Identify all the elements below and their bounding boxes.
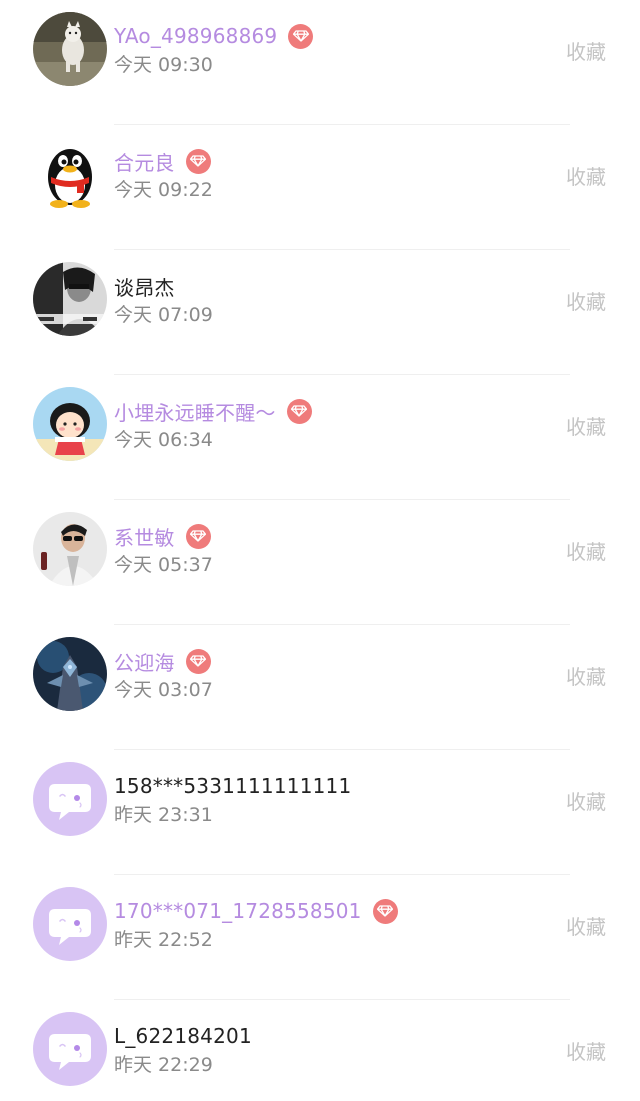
- collect-button[interactable]: 收藏: [566, 786, 606, 815]
- person-bw-photo-icon: [33, 262, 107, 336]
- list-item[interactable]: 小埋永远睡不醒～ 今天 06:34 收藏: [0, 375, 640, 500]
- collect-button[interactable]: 收藏: [566, 911, 606, 940]
- timestamp: 今天 09:22: [114, 179, 213, 201]
- vip-diamond-icon: [288, 23, 314, 49]
- collect-button[interactable]: 收藏: [566, 1036, 606, 1065]
- vip-diamond-icon: [185, 148, 211, 174]
- contact-name[interactable]: 系世敏: [114, 522, 175, 551]
- game-character-icon: [33, 637, 107, 711]
- list-item[interactable]: 谈昂杰 今天 07:09 收藏: [0, 250, 640, 375]
- avatar[interactable]: [33, 887, 107, 961]
- timestamp: 昨天 22:29: [114, 1054, 213, 1076]
- name-line: 158***5331111111111: [114, 772, 351, 800]
- chat-bubble-placeholder-icon: [33, 1012, 107, 1086]
- timestamp: 今天 06:34: [114, 429, 213, 451]
- name-line: 公迎海: [114, 647, 211, 675]
- avatar[interactable]: [33, 262, 107, 336]
- avatar[interactable]: [33, 12, 107, 86]
- list-item[interactable]: YAo_498968869 今天 09:30 收藏: [0, 0, 640, 125]
- collect-button[interactable]: 收藏: [566, 161, 606, 190]
- contact-list: YAo_498968869 今天 09:30 收藏 合元良 今天 09:22 收…: [0, 0, 640, 1101]
- collect-button[interactable]: 收藏: [566, 286, 606, 315]
- chat-bubble-placeholder-icon: [33, 887, 107, 961]
- timestamp: 今天 09:30: [114, 54, 213, 76]
- vip-diamond-icon: [185, 648, 211, 674]
- name-line: 系世敏: [114, 522, 211, 550]
- timestamp: 今天 03:07: [114, 679, 213, 701]
- chat-bubble-placeholder-icon: [33, 762, 107, 836]
- name-line: 小埋永远睡不醒～: [114, 397, 312, 425]
- contact-name[interactable]: L_622184201: [114, 1024, 252, 1048]
- vip-diamond-icon: [185, 523, 211, 549]
- contact-name[interactable]: 158***5331111111111: [114, 774, 351, 798]
- contact-name[interactable]: 谈昂杰: [114, 272, 175, 301]
- vip-diamond-icon: [372, 898, 398, 924]
- avatar[interactable]: [33, 512, 107, 586]
- collect-button[interactable]: 收藏: [566, 36, 606, 65]
- list-item[interactable]: 158***5331111111111 昨天 23:31 收藏: [0, 750, 640, 875]
- contact-name[interactable]: 公迎海: [114, 647, 175, 676]
- dog-photo-icon: [33, 12, 107, 86]
- name-line: 合元良: [114, 147, 211, 175]
- avatar[interactable]: [33, 762, 107, 836]
- name-line: L_622184201: [114, 1022, 252, 1050]
- collect-button[interactable]: 收藏: [566, 536, 606, 565]
- list-item[interactable]: 系世敏 今天 05:37 收藏: [0, 500, 640, 625]
- name-line: 170***071_1728558501: [114, 897, 398, 925]
- list-item[interactable]: L_622184201 昨天 22:29 收藏: [0, 1000, 640, 1101]
- avatar[interactable]: [33, 637, 107, 711]
- list-item[interactable]: 公迎海 今天 03:07 收藏: [0, 625, 640, 750]
- timestamp: 昨天 22:52: [114, 929, 213, 951]
- penguin-qq-icon: [33, 137, 107, 211]
- contact-name[interactable]: 小埋永远睡不醒～: [114, 397, 276, 426]
- vip-diamond-icon: [286, 398, 312, 424]
- avatar[interactable]: [33, 137, 107, 211]
- timestamp: 今天 05:37: [114, 554, 213, 576]
- timestamp: 今天 07:09: [114, 304, 213, 326]
- list-item[interactable]: 170***071_1728558501 昨天 22:52 收藏: [0, 875, 640, 1000]
- avatar[interactable]: [33, 387, 107, 461]
- collect-button[interactable]: 收藏: [566, 661, 606, 690]
- timestamp: 昨天 23:31: [114, 804, 213, 826]
- avatar[interactable]: [33, 1012, 107, 1086]
- name-line: YAo_498968869: [114, 22, 314, 50]
- person-sunglasses-photo-icon: [33, 512, 107, 586]
- contact-name[interactable]: YAo_498968869: [114, 24, 277, 48]
- collect-button[interactable]: 收藏: [566, 411, 606, 440]
- contact-name[interactable]: 合元良: [114, 147, 175, 176]
- name-line: 谈昂杰: [114, 272, 175, 300]
- contact-name[interactable]: 170***071_1728558501: [114, 899, 362, 923]
- list-item[interactable]: 合元良 今天 09:22 收藏: [0, 125, 640, 250]
- cartoon-girl-icon: [33, 387, 107, 461]
